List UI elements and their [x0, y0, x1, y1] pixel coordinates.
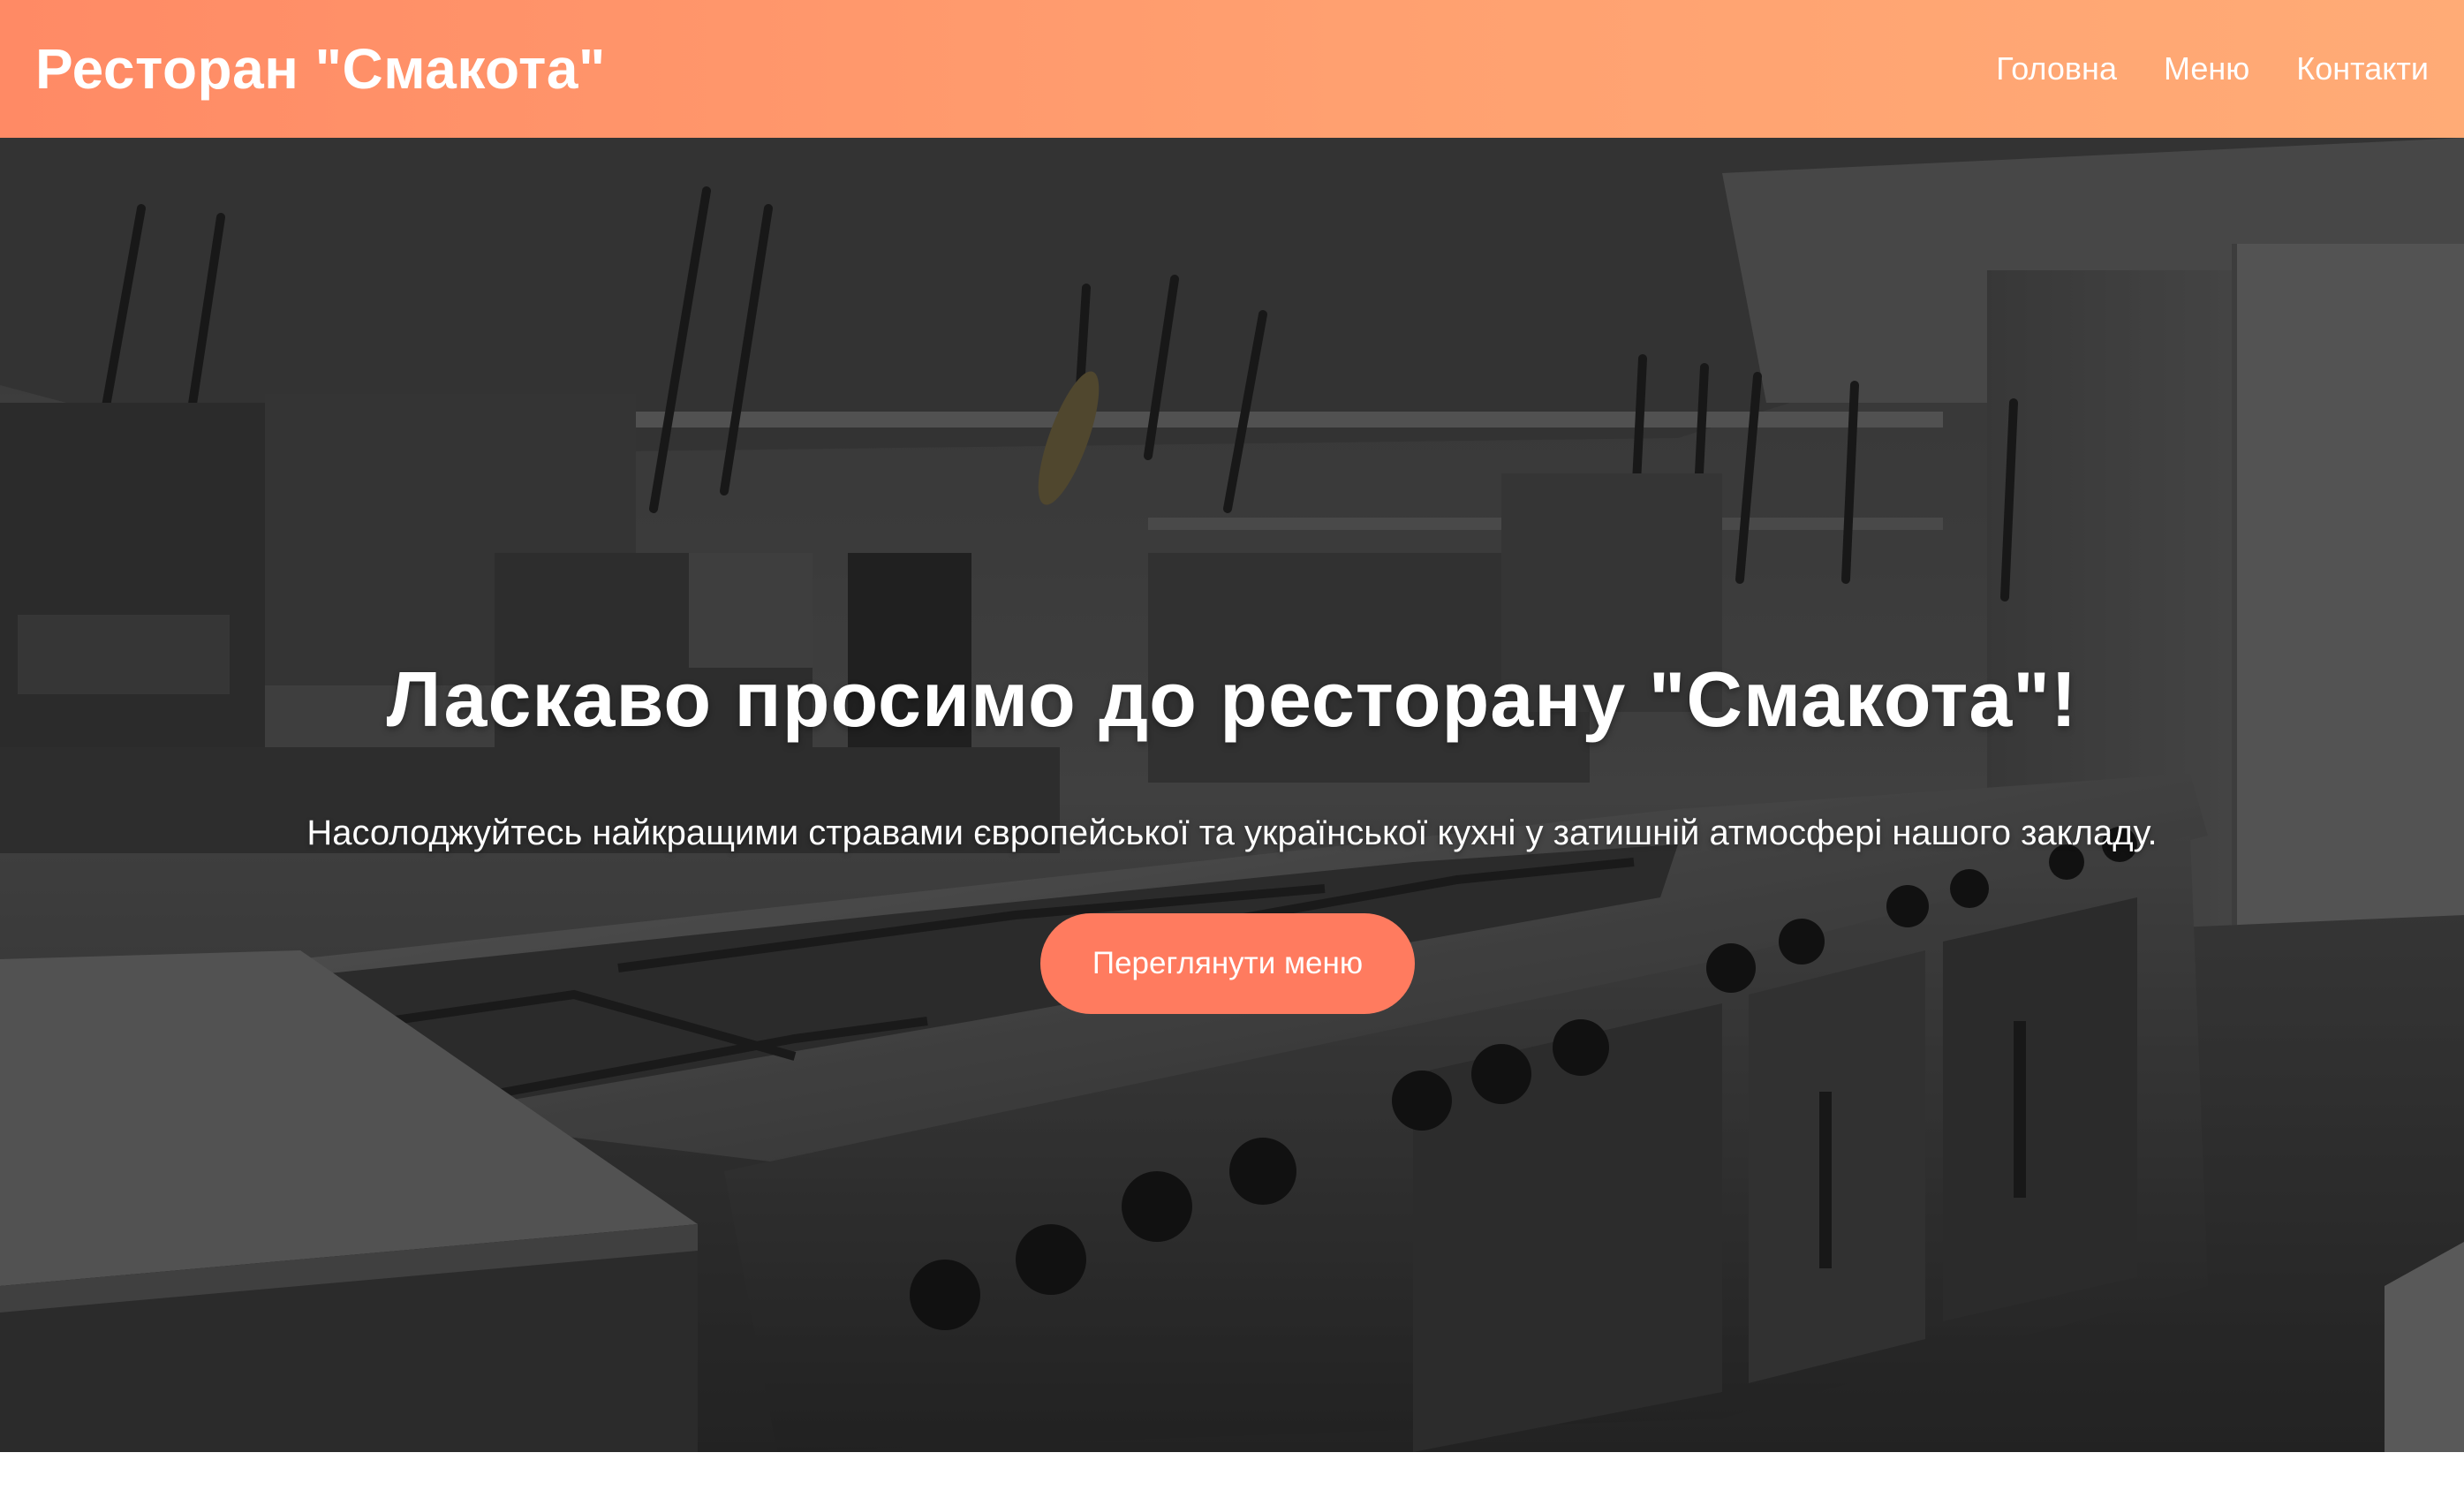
view-menu-button[interactable]: Переглянути меню: [1040, 913, 1415, 1014]
hero-title: Ласкаво просимо до ресторану "Смакота"!: [386, 655, 2078, 743]
nav-link-home[interactable]: Головна: [1996, 50, 2117, 87]
site-logo-title[interactable]: Ресторан "Смакота": [35, 36, 606, 102]
nav-link-contacts[interactable]: Контакти: [2296, 50, 2429, 87]
nav-link-menu[interactable]: Меню: [2164, 50, 2249, 87]
hero-section: Ласкаво просимо до ресторану "Смакота"! …: [0, 138, 2464, 1452]
site-header: Ресторан "Смакота" Головна Меню Контакти: [0, 0, 2464, 138]
hero-content: Ласкаво просимо до ресторану "Смакота"! …: [0, 138, 2464, 1452]
page-content-area: [0, 1452, 2464, 1498]
main-nav: Головна Меню Контакти: [1949, 50, 2429, 87]
hero-subtitle: Насолоджуйтесь найкращими стравами європ…: [306, 813, 2158, 852]
